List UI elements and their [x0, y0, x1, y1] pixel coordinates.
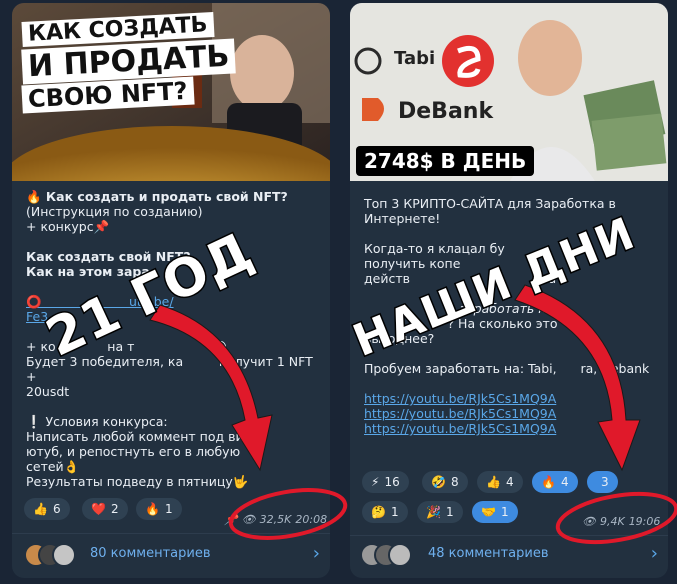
red-arrow-left [149, 304, 273, 472]
red-circle-right [555, 491, 677, 545]
red-circle-left [228, 488, 348, 540]
red-arrow-right [514, 284, 641, 472]
